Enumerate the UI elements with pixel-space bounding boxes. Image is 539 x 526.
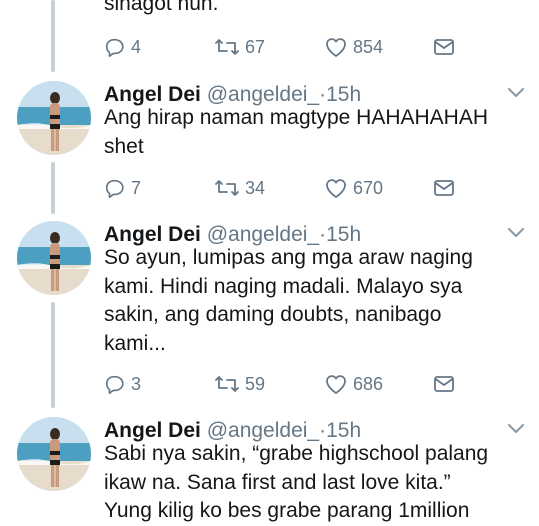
retweet-button[interactable]: 59 — [214, 370, 265, 398]
envelope-icon — [434, 180, 454, 196]
heart-icon — [326, 179, 346, 198]
retweet-count: 59 — [245, 373, 266, 394]
tweet-actions: 7 34 670 — [104, 174, 464, 202]
retweet-count: 34 — [245, 177, 266, 198]
reply-icon — [105, 375, 124, 394]
like-count: 670 — [353, 177, 384, 198]
display-name[interactable]: Angel Dei — [104, 419, 201, 442]
chevron-down-icon[interactable] — [507, 423, 525, 435]
avatar[interactable] — [17, 81, 91, 155]
reply-button[interactable]: 7 — [104, 174, 141, 202]
display-name[interactable]: Angel Dei — [104, 223, 201, 246]
reply-count: 3 — [131, 373, 142, 394]
tweet-text: Sabi nya sakin, “grabe highschool palang… — [104, 442, 489, 522]
like-button[interactable]: 854 — [324, 33, 383, 61]
message-button[interactable] — [433, 370, 455, 398]
tweet-text: So ayun, lumipas ang mga araw naging kam… — [104, 246, 473, 355]
timestamp[interactable]: 15h — [326, 223, 361, 246]
like-count: 686 — [353, 373, 384, 394]
tweet-fragment: sinagot nun. 4 67 854 — [0, 0, 539, 72]
tweet-actions: 3 59 686 — [104, 370, 464, 398]
avatar-image — [17, 81, 91, 155]
chevron-down-icon[interactable] — [507, 87, 525, 99]
tweet-text: Ang hirap naman magtype HAHAHAHAH shet — [104, 106, 489, 158]
envelope-icon — [434, 39, 454, 55]
reply-icon — [105, 38, 124, 57]
reply-button[interactable]: 3 — [104, 370, 141, 398]
tweet-actions: 4 67 854 — [104, 33, 464, 61]
timestamp[interactable]: 15h — [326, 83, 361, 106]
message-button[interactable] — [433, 33, 455, 61]
retweet-button[interactable]: 67 — [214, 33, 265, 61]
display-name[interactable]: Angel Dei — [104, 83, 201, 106]
reply-icon — [105, 179, 124, 198]
message-button[interactable] — [433, 174, 455, 202]
chevron-down-icon[interactable] — [507, 227, 525, 239]
like-button[interactable]: 686 — [324, 370, 383, 398]
timestamp[interactable]: 15h — [326, 419, 361, 442]
avatar[interactable] — [17, 417, 91, 491]
retweet-button[interactable]: 34 — [214, 174, 265, 202]
reply-button[interactable]: 4 — [104, 33, 141, 61]
retweet-icon — [215, 180, 239, 196]
tweet[interactable]: Angel Dei @angeldei_·15h Ang hirap naman… — [0, 80, 539, 212]
avatar-image — [17, 221, 91, 295]
reply-count: 4 — [131, 36, 142, 57]
retweet-icon — [215, 376, 239, 392]
tweet[interactable]: Angel Dei @angeldei_·15h Sabi nya sakin,… — [0, 416, 539, 522]
retweet-icon — [215, 39, 239, 55]
user-handle[interactable]: @angeldei_ — [207, 419, 319, 442]
heart-icon — [326, 375, 346, 394]
like-count: 854 — [353, 36, 384, 57]
reply-count: 7 — [131, 177, 142, 198]
retweet-count: 67 — [245, 36, 266, 57]
like-button[interactable]: 670 — [324, 174, 383, 202]
avatar[interactable] — [17, 221, 91, 295]
heart-icon — [326, 38, 346, 57]
tweet-text: sinagot nun. — [104, 0, 219, 15]
avatar-image — [17, 417, 91, 491]
user-handle[interactable]: @angeldei_ — [207, 223, 319, 246]
user-handle[interactable]: @angeldei_ — [207, 83, 319, 106]
tweet[interactable]: Angel Dei @angeldei_·15h So ayun, lumipa… — [0, 220, 539, 408]
envelope-icon — [434, 376, 454, 392]
